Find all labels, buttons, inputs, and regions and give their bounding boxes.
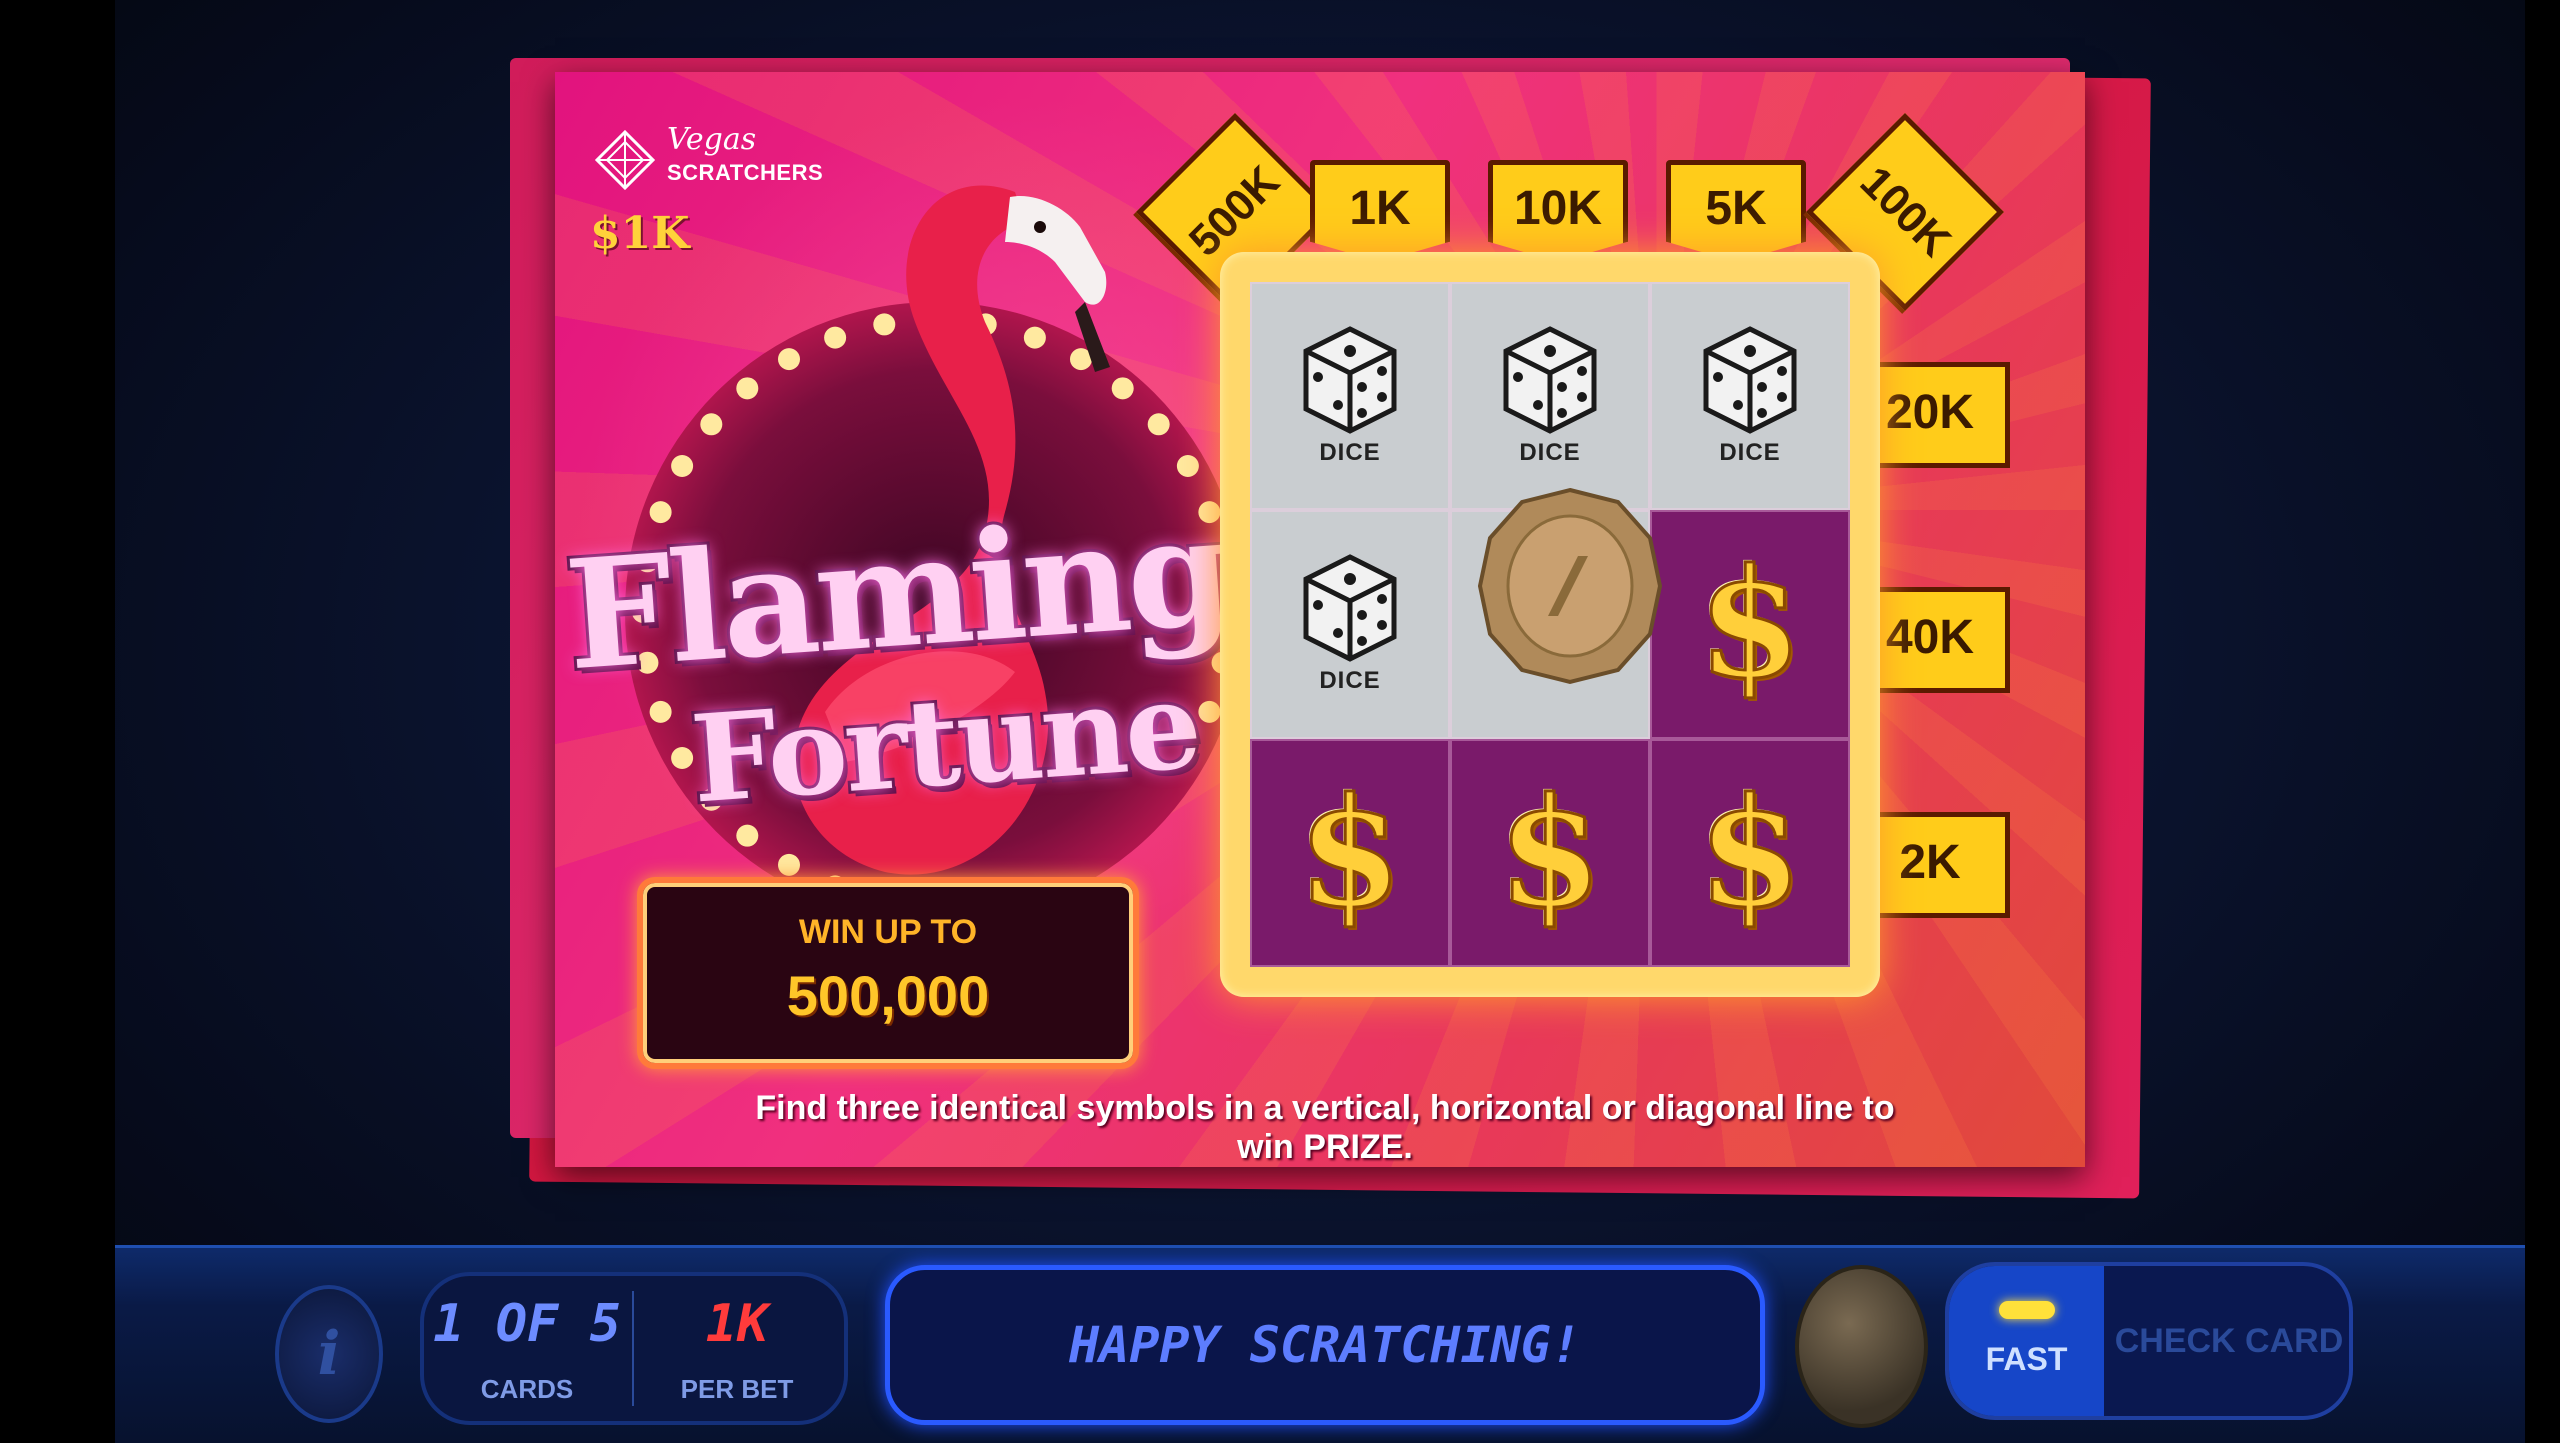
dollar-symbol: $ <box>1696 763 1803 942</box>
prize-column-1-label: 1K <box>1349 182 1411 235</box>
win-label: WIN UP TO <box>798 913 978 951</box>
bet-label: PER BET <box>680 1374 794 1404</box>
dice-icon <box>1300 325 1400 435</box>
cell-label: DICE <box>1719 439 1781 467</box>
dice-icon <box>1500 325 1600 435</box>
grid-cell-4[interactable]: DICE <box>1250 510 1450 739</box>
message-bar: HAPPY SCRATCHING! <box>885 1265 1765 1425</box>
grid-cell-2[interactable]: DICE <box>1450 282 1650 511</box>
stats-panel: 1 OF 5 CARDS 1K PER BET <box>420 1272 848 1425</box>
card-price: $1K <box>590 208 690 259</box>
check-card-button[interactable]: CHECK CARD <box>2109 1266 2349 1416</box>
grid-cell-9[interactable]: $ <box>1650 738 1850 967</box>
prize-column-3: 5K <box>1666 160 1806 262</box>
dollar-symbol: $ <box>1496 763 1603 942</box>
cell-label: DICE <box>1319 667 1381 695</box>
dice-icon <box>1300 553 1400 663</box>
bet-value: 1K <box>705 1294 769 1354</box>
scratch-coin-cursor[interactable] <box>1478 486 1663 686</box>
win-amount: 500,000 <box>786 964 990 1027</box>
dollar-symbol: $ <box>1296 763 1403 942</box>
prize-column-3-label: 5K <box>1705 182 1767 235</box>
prize-column-1: 1K <box>1310 160 1450 262</box>
dice-icon <box>1700 325 1800 435</box>
prize-row-1-label: 20K <box>1885 386 1975 439</box>
cards-label: CARDS <box>480 1374 574 1404</box>
marquee-bulb <box>649 501 672 524</box>
cell-label: DICE <box>1319 439 1381 467</box>
grid-cell-8[interactable]: $ <box>1450 738 1650 967</box>
prize-column-2-label: 10K <box>1513 182 1603 235</box>
fast-button[interactable]: FAST <box>1949 1266 2104 1416</box>
grid-cell-1[interactable]: DICE <box>1250 282 1450 511</box>
prize-column-2: 10K <box>1488 160 1628 262</box>
win-up-to-box: WIN UP TO 500,000 <box>637 877 1139 1069</box>
fast-indicator-light <box>1999 1301 2055 1319</box>
grid-cell-6[interactable]: $ <box>1650 510 1850 739</box>
stats-divider <box>632 1291 634 1406</box>
info-icon: i <box>317 1319 341 1389</box>
grid-cell-3[interactable]: DICE <box>1650 282 1850 511</box>
diamond-logo-icon <box>595 130 655 190</box>
coin-icon[interactable] <box>1795 1265 1928 1428</box>
fast-label: FAST <box>1985 1341 2068 1377</box>
card-instructions: Find three identical symbols in a vertic… <box>755 1089 1895 1166</box>
scratch-card: Vegas SCRATCHERS $1K Flamingo Fortune WI… <box>555 72 2085 1167</box>
prize-row-2-label: 40K <box>1885 611 1975 664</box>
speed-controls: FAST CHECK CARD <box>1945 1262 2353 1420</box>
cards-value: 1 OF 5 <box>433 1294 621 1354</box>
info-button[interactable]: i <box>275 1285 383 1423</box>
grid-cell-7[interactable]: $ <box>1250 738 1450 967</box>
prize-row-3-label: 2K <box>1899 836 1961 889</box>
cell-label: DICE <box>1519 439 1581 467</box>
dollar-symbol: $ <box>1696 535 1803 714</box>
